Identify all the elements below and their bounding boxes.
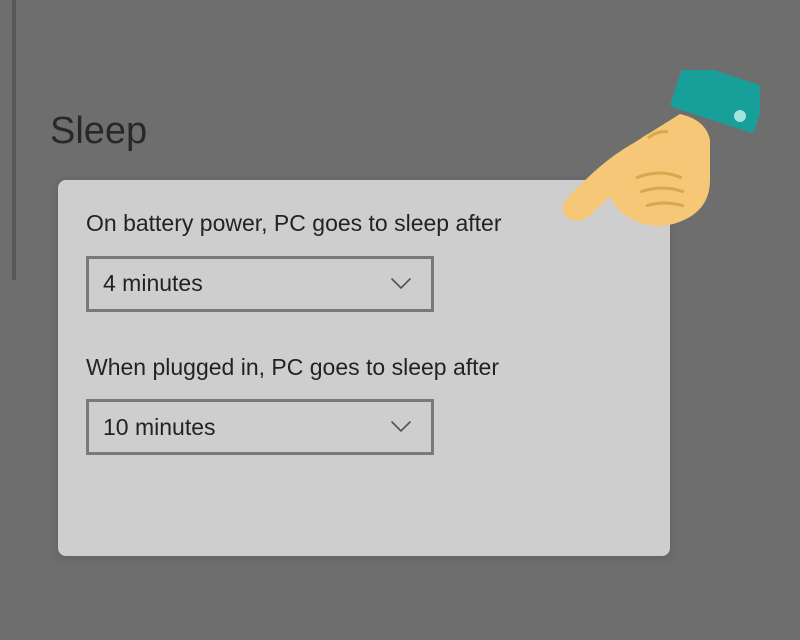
plugged-sleep-value: 10 minutes [103, 414, 216, 441]
chevron-down-icon [391, 278, 411, 290]
plugged-sleep-label: When plugged in, PC goes to sleep after [86, 354, 642, 382]
chevron-down-icon [391, 421, 411, 433]
partial-top-dropdown[interactable] [82, 0, 312, 32]
battery-sleep-label: On battery power, PC goes to sleep after [86, 210, 642, 238]
plugged-sleep-dropdown[interactable]: 10 minutes [86, 399, 434, 455]
section-heading-sleep: Sleep [50, 110, 147, 153]
battery-sleep-dropdown[interactable]: 4 minutes [86, 256, 434, 312]
left-accent-bar [12, 0, 16, 280]
battery-sleep-value: 4 minutes [103, 270, 203, 297]
plugged-sleep-setting: When plugged in, PC goes to sleep after … [86, 354, 642, 456]
battery-sleep-setting: On battery power, PC goes to sleep after… [86, 210, 642, 312]
sleep-settings-card: On battery power, PC goes to sleep after… [58, 180, 670, 556]
